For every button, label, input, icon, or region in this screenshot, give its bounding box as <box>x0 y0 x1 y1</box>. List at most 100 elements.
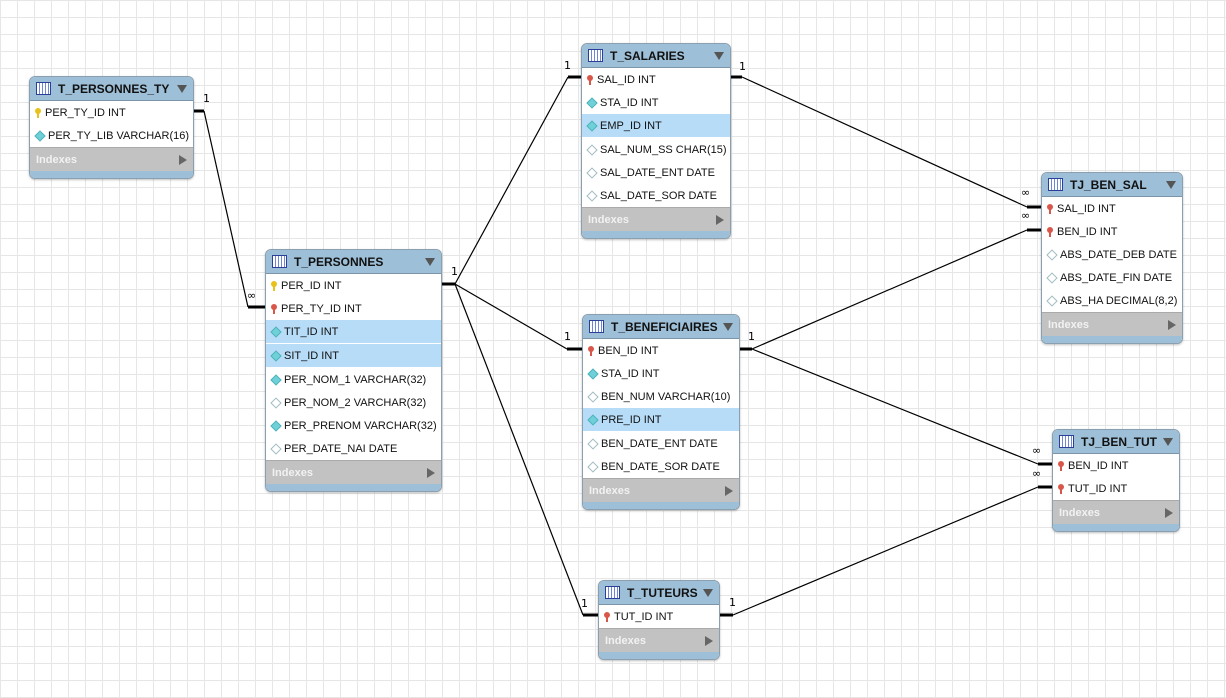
table-tj-ben-tut[interactable]: TJ_BEN_TUT BEN_ID INT TUT_ID INT Indexes <box>1052 429 1180 532</box>
relationship-line[interactable] <box>454 76 569 285</box>
not-null-column-icon <box>588 415 597 424</box>
column-row[interactable]: PER_ID INT <box>266 274 441 297</box>
collapse-toggle-icon[interactable] <box>177 84 187 93</box>
nullable-column-icon <box>587 145 596 154</box>
table-icon <box>605 586 620 599</box>
column-row[interactable]: BEN_ID INT <box>583 339 739 362</box>
column-row[interactable]: EMP_ID INT <box>582 114 730 138</box>
collapse-toggle-icon[interactable] <box>714 51 724 60</box>
collapse-toggle-icon[interactable] <box>723 322 733 331</box>
table-footer <box>30 171 193 178</box>
column-row[interactable]: SIT_ID INT <box>266 344 441 368</box>
table-header[interactable]: T_PERSONNES_TY <box>30 77 193 101</box>
column-row[interactable]: PER_PRENOM VARCHAR(32) <box>266 414 441 437</box>
table-icon <box>1059 435 1074 448</box>
column-row[interactable]: PER_NOM_2 VARCHAR(32) <box>266 391 441 414</box>
column-label: PER_NOM_1 VARCHAR(32) <box>284 373 427 386</box>
table-name: T_TUTEURS <box>627 585 698 600</box>
not-null-column-icon <box>587 98 596 107</box>
column-row[interactable]: PER_NOM_1 VARCHAR(32) <box>266 368 441 391</box>
table-header[interactable]: T_BENEFICIAIRES <box>583 315 739 339</box>
column-row[interactable]: STA_ID INT <box>583 362 739 385</box>
table-header[interactable]: T_SALARIES <box>582 44 730 68</box>
column-row[interactable]: BEN_NUM VARCHAR(10) <box>583 385 739 408</box>
collapse-toggle-icon[interactable] <box>425 257 435 266</box>
table-header[interactable]: TJ_BEN_TUT <box>1053 430 1179 454</box>
collapse-toggle-icon[interactable] <box>703 588 713 597</box>
table-header[interactable]: T_TUTEURS <box>599 581 719 605</box>
cardinality-label: ∞ <box>1021 186 1031 199</box>
relationship-line[interactable] <box>751 229 1028 350</box>
column-row[interactable]: ABS_DATE_DEB DATE <box>1042 243 1182 266</box>
nullable-column-icon <box>587 191 596 200</box>
indexes-section[interactable]: Indexes <box>582 207 730 231</box>
expand-arrow-icon[interactable] <box>716 214 724 225</box>
foreign-key-icon <box>588 346 594 356</box>
indexes-section[interactable]: Indexes <box>1042 312 1182 336</box>
relationship-line[interactable] <box>454 283 568 350</box>
table-tj-ben-sal[interactable]: TJ_BEN_SAL SAL_ID INT BEN_ID INT ABS_DAT… <box>1041 172 1183 344</box>
relationship-line[interactable] <box>732 486 1039 616</box>
column-row[interactable]: SAL_NUM_SS CHAR(15) <box>582 138 730 161</box>
indexes-section[interactable]: Indexes <box>583 478 739 502</box>
column-row[interactable]: TUT_ID INT <box>1053 477 1179 500</box>
column-row[interactable]: PER_DATE_NAI DATE <box>266 437 441 460</box>
relationship-line[interactable] <box>751 348 1039 465</box>
indexes-section[interactable]: Indexes <box>30 147 193 171</box>
collapse-toggle-icon[interactable] <box>1166 180 1176 189</box>
table-header[interactable]: TJ_BEN_SAL <box>1042 173 1182 197</box>
expand-arrow-icon[interactable] <box>427 467 435 478</box>
column-row[interactable]: PER_TY_ID INT <box>30 101 193 124</box>
column-row[interactable]: SAL_ID INT <box>1042 197 1182 220</box>
relationship-line[interactable] <box>203 110 249 308</box>
relationship-line[interactable] <box>741 76 1028 208</box>
cardinality-label: 1 <box>739 60 746 73</box>
table-t-personnes-ty[interactable]: T_PERSONNES_TY PER_TY_ID INT PER_TY_LIB … <box>29 76 194 179</box>
table-t-salaries[interactable]: T_SALARIES SAL_ID INT STA_ID INT EMP_ID … <box>581 43 731 239</box>
column-label: ABS_HA DECIMAL(8,2) <box>1060 294 1178 307</box>
table-t-tuteurs[interactable]: T_TUTEURS TUT_ID INT Indexes <box>598 580 720 660</box>
cardinality-label: ∞ <box>247 289 257 302</box>
table-name: TJ_BEN_TUT <box>1081 434 1158 449</box>
table-t-personnes[interactable]: T_PERSONNES PER_ID INT PER_TY_ID INT TIT… <box>265 249 442 492</box>
column-row[interactable]: ABS_HA DECIMAL(8,2) <box>1042 289 1182 312</box>
column-row[interactable]: BEN_ID INT <box>1053 454 1179 477</box>
column-label: PER_TY_ID INT <box>45 106 126 119</box>
column-row[interactable]: PER_TY_LIB VARCHAR(16) <box>30 124 193 147</box>
nullable-column-icon <box>587 168 596 177</box>
column-row[interactable]: SAL_DATE_SOR DATE <box>582 184 730 207</box>
column-row[interactable]: TIT_ID INT <box>266 320 441 344</box>
column-row[interactable]: TUT_ID INT <box>599 605 719 628</box>
foreign-key-icon <box>1047 227 1053 237</box>
column-row[interactable]: BEN_ID INT <box>1042 220 1182 243</box>
nullable-column-icon <box>271 398 280 407</box>
column-label: SAL_DATE_SOR DATE <box>600 189 717 202</box>
column-row[interactable]: ABS_DATE_FIN DATE <box>1042 266 1182 289</box>
column-row[interactable]: STA_ID INT <box>582 91 730 114</box>
indexes-section[interactable]: Indexes <box>1053 500 1179 524</box>
table-header[interactable]: T_PERSONNES <box>266 250 441 274</box>
table-t-beneficiaires[interactable]: T_BENEFICIAIRES BEN_ID INT STA_ID INT BE… <box>582 314 740 510</box>
column-label: PER_ID INT <box>281 279 342 292</box>
column-row[interactable]: PER_TY_ID INT <box>266 297 441 320</box>
cardinality-label: ∞ <box>1032 467 1042 480</box>
column-row[interactable]: SAL_DATE_ENT DATE <box>582 161 730 184</box>
nullable-column-icon <box>1047 296 1056 305</box>
expand-arrow-icon[interactable] <box>179 154 187 165</box>
column-row[interactable]: BEN_DATE_SOR DATE <box>583 455 739 478</box>
column-row[interactable]: PRE_ID INT <box>583 408 739 432</box>
column-label: SAL_ID INT <box>1057 202 1116 215</box>
column-label: BEN_ID INT <box>1057 225 1118 238</box>
column-row[interactable]: SAL_ID INT <box>582 68 730 91</box>
collapse-toggle-icon[interactable] <box>1163 437 1173 446</box>
column-label: ABS_DATE_DEB DATE <box>1060 248 1177 261</box>
column-label: SAL_ID INT <box>597 73 656 86</box>
cardinality-label: ∞ <box>1021 209 1031 222</box>
expand-arrow-icon[interactable] <box>1168 319 1176 330</box>
expand-arrow-icon[interactable] <box>705 635 713 646</box>
expand-arrow-icon[interactable] <box>1165 507 1173 518</box>
expand-arrow-icon[interactable] <box>725 485 733 496</box>
column-row[interactable]: BEN_DATE_ENT DATE <box>583 432 739 455</box>
indexes-section[interactable]: Indexes <box>266 460 441 484</box>
indexes-section[interactable]: Indexes <box>599 628 719 652</box>
